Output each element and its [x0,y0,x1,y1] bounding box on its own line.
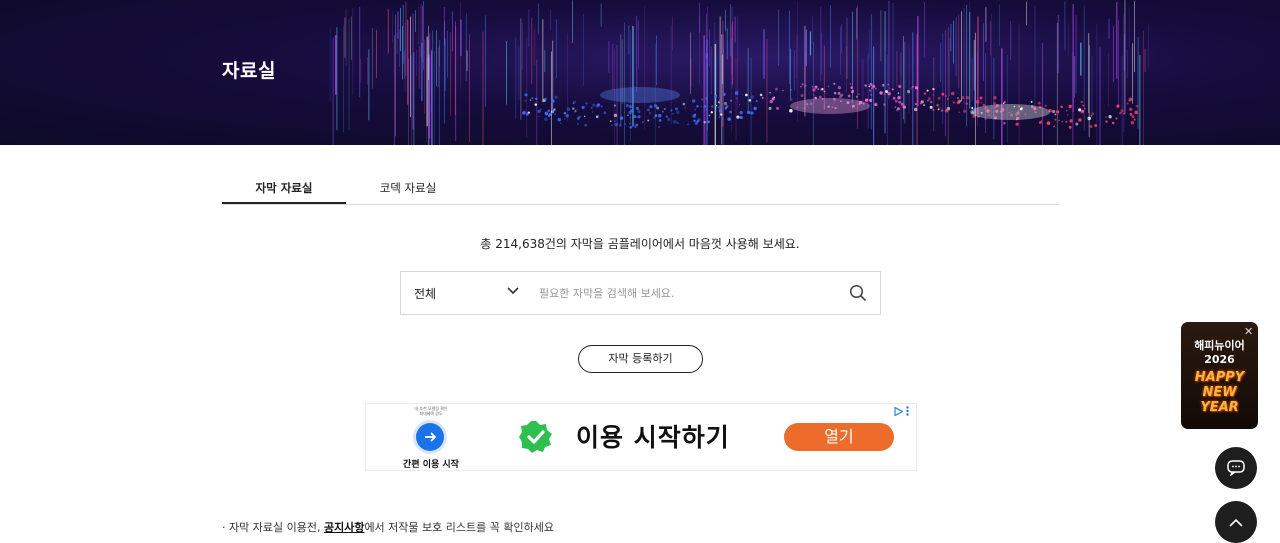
promo-art-line1: HAPPY [1194,370,1245,385]
notice-suffix: 에서 저작물 보호 리스트를 꼭 확인하세요 [364,521,554,534]
subtitle-count-text: 총 214,638건의 자막을 곰플레이어에서 마음껏 사용해 보세요. [480,237,800,251]
hero-background-art [329,0,1149,145]
scroll-top-button[interactable] [1215,501,1257,543]
category-select[interactable]: 전체 [401,272,527,314]
page-title: 자료실 [222,60,276,82]
search-box: 전체 [400,271,881,315]
new-year-promo-banner[interactable]: ✕ 해피뉴이어 2026 HAPPY NEW YEAR [1181,322,1258,429]
hero-banner: 자료실 [0,0,1280,145]
tab-bar: 자막 자료실 코덱 자료실 [222,172,1059,205]
chat-button[interactable] [1215,447,1257,489]
ad-small-text: 내 추천 모델링 확인 최대혜택 경도 [406,406,456,416]
notice-prefix: · 자막 자료실 이용전, [222,521,324,534]
promo-title-line1: 해피뉴이어 [1194,339,1245,352]
close-icon[interactable]: ✕ [1244,325,1253,338]
tab-codecs[interactable]: 코덱 자료실 [346,172,470,204]
chevron-up-icon [1229,518,1243,527]
chevron-down-icon [507,287,519,295]
arrow-right-icon [425,432,437,442]
ad-small-text-2: 최대혜택 경도 [419,411,443,416]
promo-title: 해피뉴이어 2026 [1181,339,1258,367]
promo-art-text: HAPPY NEW YEAR [1181,370,1258,415]
verified-badge-icon [519,421,552,453]
notice-link[interactable]: 공지사항 [324,521,364,534]
ad-choices-icon [894,406,903,416]
more-options-icon [906,406,909,416]
search-button[interactable] [836,272,880,314]
ad-arrow-button[interactable] [416,423,444,451]
notice-text: · 자막 자료실 이용전, 공지사항에서 저작물 보호 리스트를 꼭 확인하세요 [222,519,554,535]
ad-open-button[interactable]: 열기 [784,423,894,451]
search-input[interactable] [527,272,836,314]
promo-art-line2: NEW [1202,385,1237,400]
category-select-value: 전체 [414,286,437,301]
ad-headline: 이용 시작하기 [576,423,730,452]
chat-icon [1227,460,1245,476]
search-icon [849,284,867,302]
register-subtitle-button[interactable]: 자막 등록하기 [578,345,703,373]
ad-banner[interactable]: 내 추천 모델링 확인 최대혜택 경도 간편 이용 시작 이용 시작하기 열기 [365,403,917,471]
tab-subtitles[interactable]: 자막 자료실 [222,172,346,204]
ad-choices[interactable] [894,406,909,416]
promo-title-line2: 2026 [1204,353,1235,366]
promo-art-line3: YEAR [1200,400,1239,415]
ad-sub-label: 간편 이용 시작 [403,460,459,470]
